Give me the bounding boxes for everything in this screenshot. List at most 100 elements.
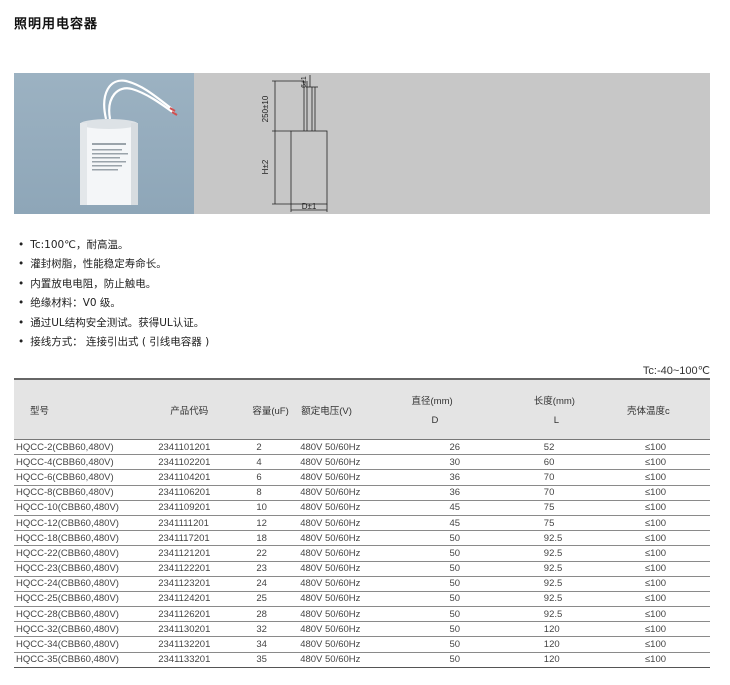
strip-length-label: 6±1: [301, 76, 308, 88]
cell-temperature: ≤100: [608, 561, 710, 577]
cell-temperature: ≤100: [608, 652, 710, 668]
diameter-label: D±1: [302, 202, 317, 211]
cell-voltage: 480V 50/60Hz: [298, 500, 398, 516]
cell-temperature: ≤100: [608, 515, 710, 532]
cell-capacitance: 6: [238, 469, 299, 486]
cell-capacitance: 2: [238, 439, 299, 456]
cell-length: 92.5: [509, 530, 609, 547]
table-row: HQCC-25(CBB60,480V) 2341124201 25 480V 50/6…: [14, 591, 710, 608]
cell-length: 75: [509, 515, 609, 532]
cell-voltage: 480V 50/60Hz: [298, 606, 398, 623]
cell-capacitance: 18: [238, 530, 299, 547]
cell-voltage: 480V 50/60Hz: [298, 545, 398, 562]
cell-code: 2341123201: [156, 576, 239, 592]
cell-length: 52: [509, 439, 609, 456]
header-diameter-sub: D: [431, 415, 439, 426]
cell-code: 2341130201: [156, 621, 239, 638]
cell-model: HQCC-32(CBB60,480V): [14, 621, 157, 638]
cell-capacitance: 23: [238, 561, 299, 577]
cell-code: 2341122201: [156, 561, 239, 577]
cell-diameter: 50: [397, 576, 510, 592]
height-label: H±2: [261, 159, 270, 174]
table-row: HQCC-24(CBB60,480V) 2341123201 24 480V 50/6…: [14, 576, 710, 592]
table-row: HQCC-8(CBB60,480V) 2341106201 8 480V 50/60H…: [14, 485, 710, 501]
header-voltage: 额定电压(V): [298, 378, 398, 440]
cell-code: 2341133201: [156, 652, 239, 668]
cell-diameter: 36: [397, 485, 510, 501]
header-temperature: 壳体温度c: [608, 378, 710, 440]
cell-voltage: 480V 50/60Hz: [298, 530, 398, 547]
feature-list: Tc:100℃，耐高温。 灌封树脂，性能稳定寿命长。 内置放电电阻，防止触电。 …: [18, 236, 209, 352]
cell-code: 2341124201: [156, 591, 239, 608]
cell-capacitance: 28: [238, 606, 299, 623]
cell-diameter: 50: [397, 606, 510, 623]
cell-length: 60: [509, 454, 609, 471]
cell-code: 2341126201: [156, 606, 239, 623]
cell-voltage: 480V 50/60Hz: [298, 561, 398, 577]
table-row: HQCC-35(CBB60,480V) 2341133201 35 480V 50/6…: [14, 652, 710, 668]
cell-model: HQCC-23(CBB60,480V): [14, 561, 157, 577]
table-row: HQCC-4(CBB60,480V) 2341102201 4 480V 50/60H…: [14, 454, 710, 471]
cell-capacitance: 25: [238, 591, 299, 608]
cell-length: 75: [509, 500, 609, 516]
cell-model: HQCC-8(CBB60,480V): [14, 485, 157, 501]
cell-voltage: 480V 50/60Hz: [298, 652, 398, 668]
table-row: HQCC-34(CBB60,480V) 2341132201 34 480V 50/6…: [14, 636, 710, 653]
cell-temperature: ≤100: [608, 576, 710, 592]
cell-temperature: ≤100: [608, 454, 710, 471]
cell-temperature: ≤100: [608, 591, 710, 608]
cell-model: HQCC-12(CBB60,480V): [14, 515, 157, 532]
cell-diameter: 50: [397, 561, 510, 577]
table-header-row: 型号 产品代码 容量(uF) 额定电压(V) 直径(mm) D 长度(mm) L…: [14, 378, 710, 440]
cell-model: HQCC-28(CBB60,480V): [14, 606, 157, 623]
cell-code: 2341117201: [156, 530, 239, 547]
cell-length: 92.5: [509, 591, 609, 608]
cell-model: HQCC-35(CBB60,480V): [14, 652, 157, 668]
cell-model: HQCC-22(CBB60,480V): [14, 545, 157, 562]
cell-temperature: ≤100: [608, 530, 710, 547]
header-length-label: 长度(mm): [533, 396, 575, 407]
cell-length: 92.5: [509, 545, 609, 562]
capacitor-dimension-drawing: 250±10 H±2 6±1 D±1: [261, 75, 328, 212]
table-row: HQCC-2(CBB60,480V) 2341101201 2 480V 50/60H…: [14, 439, 710, 456]
cell-diameter: 26: [397, 439, 510, 456]
temperature-range-note: Tc:-40~100℃: [642, 365, 710, 377]
feature-item: 灌封树脂，性能稳定寿命长。: [18, 255, 209, 274]
cell-model: HQCC-10(CBB60,480V): [14, 500, 157, 516]
cell-temperature: ≤100: [608, 500, 710, 516]
cell-diameter: 50: [397, 621, 510, 638]
capacitor-photo-illustration: [80, 79, 178, 205]
cell-temperature: ≤100: [608, 636, 710, 653]
cell-capacitance: 10: [238, 500, 299, 516]
cell-length: 120: [509, 652, 609, 668]
cell-capacitance: 4: [238, 454, 299, 471]
cell-code: 2341111201: [156, 515, 239, 532]
cell-model: HQCC-25(CBB60,480V): [14, 591, 157, 608]
feature-item: 绝缘材料：V0 级。: [18, 294, 209, 313]
cell-diameter: 50: [397, 545, 510, 562]
header-length: 长度(mm) L: [509, 378, 609, 440]
cell-temperature: ≤100: [608, 485, 710, 501]
cell-capacitance: 8: [238, 485, 299, 501]
feature-item: Tc:100℃，耐高温。: [18, 236, 209, 255]
table-row: HQCC-10(CBB60,480V) 2341109201 10 480V 50/6…: [14, 500, 710, 516]
cell-capacitance: 35: [238, 652, 299, 668]
cell-capacitance: 22: [238, 545, 299, 562]
cell-diameter: 50: [397, 591, 510, 608]
cell-code: 2341132201: [156, 636, 239, 653]
cell-diameter: 45: [397, 500, 510, 516]
cell-diameter: 36: [397, 469, 510, 486]
table-row: HQCC-23(CBB60,480V) 2341122201 23 480V 50/6…: [14, 561, 710, 577]
cell-length: 70: [509, 485, 609, 501]
page-title: 照明用电容器: [14, 17, 99, 32]
table-row: HQCC-6(CBB60,480V) 2341104201 6 480V 50/60H…: [14, 469, 710, 486]
cell-capacitance: 12: [238, 515, 299, 532]
cell-temperature: ≤100: [608, 545, 710, 562]
cell-capacitance: 24: [238, 576, 299, 592]
spec-table: 型号 产品代码 容量(uF) 额定电压(V) 直径(mm) D 长度(mm) L…: [14, 378, 710, 668]
header-model: 型号: [14, 378, 157, 440]
cell-model: HQCC-34(CBB60,480V): [14, 636, 157, 653]
cell-code: 2341109201: [156, 500, 239, 516]
header-diameter: 直径(mm) D: [397, 378, 510, 440]
cell-temperature: ≤100: [608, 606, 710, 623]
